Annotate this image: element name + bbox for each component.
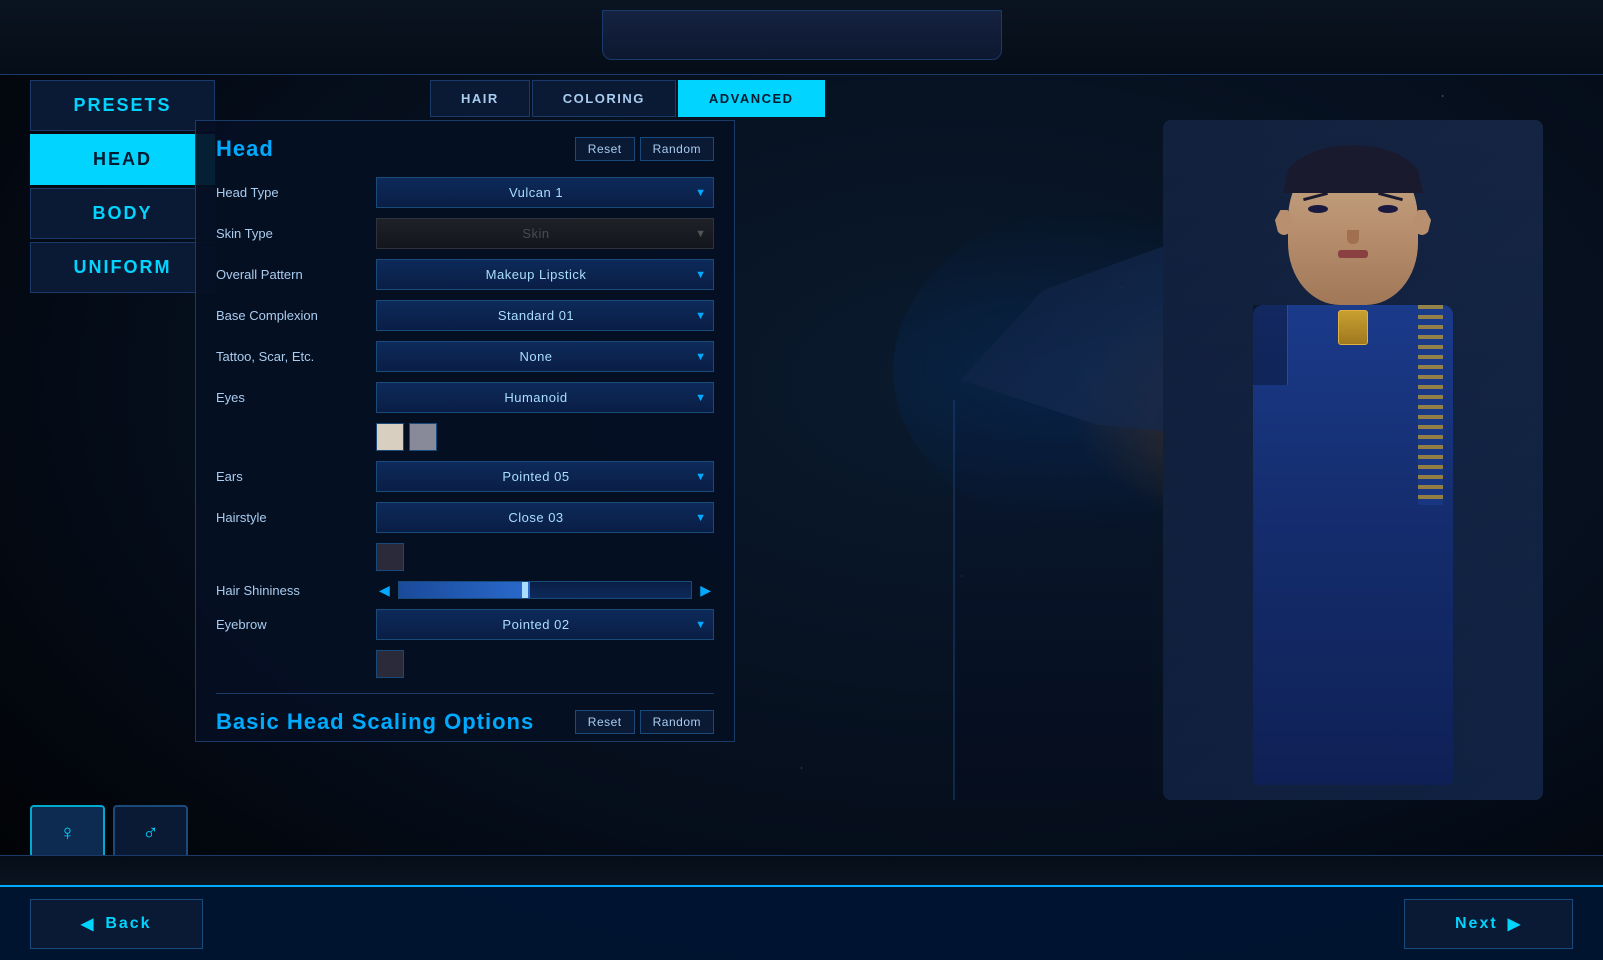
eyes-label: Eyes bbox=[216, 390, 376, 405]
sidebar-item-presets[interactable]: PRESETS bbox=[30, 80, 215, 131]
ears-dropdown-container: Pointed 05 ▼ bbox=[376, 461, 714, 492]
next-label: Next bbox=[1455, 915, 1498, 933]
ears-label: Ears bbox=[216, 469, 376, 484]
tattoo-scar-dropdown[interactable]: None bbox=[376, 341, 714, 372]
hair-shininess-track[interactable] bbox=[398, 581, 692, 599]
head-random-button[interactable]: Random bbox=[640, 137, 714, 161]
eye-color-swatch-2[interactable] bbox=[409, 423, 437, 451]
skin-type-label: Skin Type bbox=[216, 226, 376, 241]
character-preview-area bbox=[1153, 120, 1553, 820]
hair-shininess-increase-button[interactable]: ▶ bbox=[697, 582, 714, 599]
top-tabs: HAIR COLORING ADVANCED bbox=[430, 80, 825, 117]
scaling-random-button[interactable]: Random bbox=[640, 710, 714, 734]
scaling-section-buttons: Reset Random bbox=[575, 710, 714, 734]
base-complexion-label: Base Complexion bbox=[216, 308, 376, 323]
hair-color-swatch[interactable] bbox=[376, 543, 404, 571]
head-type-dropdown-container: Vulcan 1 ▼ bbox=[376, 177, 714, 208]
tattoo-scar-dropdown-container: None ▼ bbox=[376, 341, 714, 372]
head-type-label: Head Type bbox=[216, 185, 376, 200]
head-type-row: Head Type Vulcan 1 ▼ bbox=[216, 177, 714, 208]
eyes-dropdown[interactable]: Humanoid bbox=[376, 382, 714, 413]
main-panel: Head Reset Random Head Type Vulcan 1 ▼ S… bbox=[195, 120, 735, 742]
sidebar-item-uniform[interactable]: UNIFORM bbox=[30, 242, 215, 293]
eye-color-swatch-1[interactable] bbox=[376, 423, 404, 451]
tattoo-scar-label: Tattoo, Scar, Etc. bbox=[216, 349, 376, 364]
eyebrow-dropdown[interactable]: Pointed 02 bbox=[376, 609, 714, 640]
ears-dropdown[interactable]: Pointed 05 bbox=[376, 461, 714, 492]
panel-scroll[interactable]: Head Reset Random Head Type Vulcan 1 ▼ S… bbox=[196, 121, 734, 741]
female-icon: ♀ bbox=[59, 820, 76, 846]
tab-advanced[interactable]: ADVANCED bbox=[678, 80, 825, 117]
hair-color-swatches bbox=[216, 543, 714, 571]
character-head bbox=[1283, 150, 1423, 320]
scaling-section-header: Basic Head Scaling Options Reset Random bbox=[216, 709, 714, 735]
eyes-row: Eyes Humanoid ▼ bbox=[216, 382, 714, 413]
hairstyle-dropdown-container: Close 03 ▼ bbox=[376, 502, 714, 533]
eye-color-swatches bbox=[216, 423, 714, 451]
scaling-section-title: Basic Head Scaling Options bbox=[216, 709, 534, 735]
next-button[interactable]: Next ▶ bbox=[1404, 899, 1573, 949]
scaling-reset-button[interactable]: Reset bbox=[575, 710, 635, 734]
eyebrow-row: Eyebrow Pointed 02 ▼ bbox=[216, 609, 714, 640]
uniform-badge bbox=[1338, 310, 1368, 345]
character-body bbox=[1253, 305, 1453, 785]
base-complexion-dropdown[interactable]: Standard 01 bbox=[376, 300, 714, 331]
base-complexion-dropdown-container: Standard 01 ▼ bbox=[376, 300, 714, 331]
overall-pattern-dropdown[interactable]: Makeup Lipstick bbox=[376, 259, 714, 290]
eyes-dropdown-container: Humanoid ▼ bbox=[376, 382, 714, 413]
back-button[interactable]: ◀ Back bbox=[30, 899, 203, 949]
floor-structure bbox=[0, 855, 1603, 885]
left-sidebar: PRESETS HEAD BODY UNIFORM bbox=[30, 80, 215, 296]
section-divider bbox=[216, 693, 714, 694]
male-icon: ♂ bbox=[142, 820, 159, 846]
tattoo-scar-row: Tattoo, Scar, Etc. None ▼ bbox=[216, 341, 714, 372]
female-gender-button[interactable]: ♀ bbox=[30, 805, 105, 860]
eyebrow-color-swatch[interactable] bbox=[376, 650, 404, 678]
hairstyle-row: Hairstyle Close 03 ▼ bbox=[216, 502, 714, 533]
character-figure bbox=[1163, 120, 1543, 800]
hair-shininess-fill bbox=[399, 582, 531, 598]
bottom-navigation: ◀ Back Next ▶ bbox=[0, 885, 1603, 960]
sidebar-item-body[interactable]: BODY bbox=[30, 188, 215, 239]
head-type-dropdown[interactable]: Vulcan 1 bbox=[376, 177, 714, 208]
gender-area: ♀ ♂ bbox=[30, 805, 188, 860]
eyebrow-dropdown-container: Pointed 02 ▼ bbox=[376, 609, 714, 640]
ceiling-detail bbox=[602, 10, 1002, 60]
hair-shininess-thumb[interactable] bbox=[522, 582, 528, 598]
tab-coloring[interactable]: COLORING bbox=[532, 80, 676, 117]
hairstyle-dropdown[interactable]: Close 03 bbox=[376, 502, 714, 533]
skin-type-dropdown-container: Skin ▼ bbox=[376, 218, 714, 249]
tab-hair[interactable]: HAIR bbox=[430, 80, 530, 117]
eyebrow-label: Eyebrow bbox=[216, 617, 376, 632]
back-arrow-icon: ◀ bbox=[81, 914, 95, 934]
back-label: Back bbox=[105, 915, 151, 933]
overall-pattern-label: Overall Pattern bbox=[216, 267, 376, 282]
ceiling-structure bbox=[0, 0, 1603, 75]
overall-pattern-row: Overall Pattern Makeup Lipstick ▼ bbox=[216, 259, 714, 290]
hair-shininess-slider-container: ◀ ▶ bbox=[376, 581, 714, 599]
head-section-header: Head Reset Random bbox=[216, 136, 714, 162]
head-reset-button[interactable]: Reset bbox=[575, 137, 635, 161]
ears-row: Ears Pointed 05 ▼ bbox=[216, 461, 714, 492]
male-gender-button[interactable]: ♂ bbox=[113, 805, 188, 860]
hair-shininess-row: Hair Shininess ◀ ▶ bbox=[216, 581, 714, 599]
base-complexion-row: Base Complexion Standard 01 ▼ bbox=[216, 300, 714, 331]
hair-shininess-decrease-button[interactable]: ◀ bbox=[376, 582, 393, 599]
uniform-stripe bbox=[1418, 305, 1443, 505]
head-section-buttons: Reset Random bbox=[575, 137, 714, 161]
eyebrow-color-swatches bbox=[216, 650, 714, 678]
head-section-title: Head bbox=[216, 136, 274, 162]
hairstyle-label: Hairstyle bbox=[216, 510, 376, 525]
skin-type-dropdown[interactable]: Skin bbox=[376, 218, 714, 249]
hair-shininess-label: Hair Shininess bbox=[216, 583, 376, 598]
overall-pattern-dropdown-container: Makeup Lipstick ▼ bbox=[376, 259, 714, 290]
sidebar-item-head[interactable]: HEAD bbox=[30, 134, 215, 185]
skin-type-row: Skin Type Skin ▼ bbox=[216, 218, 714, 249]
next-arrow-icon: ▶ bbox=[1508, 914, 1522, 934]
